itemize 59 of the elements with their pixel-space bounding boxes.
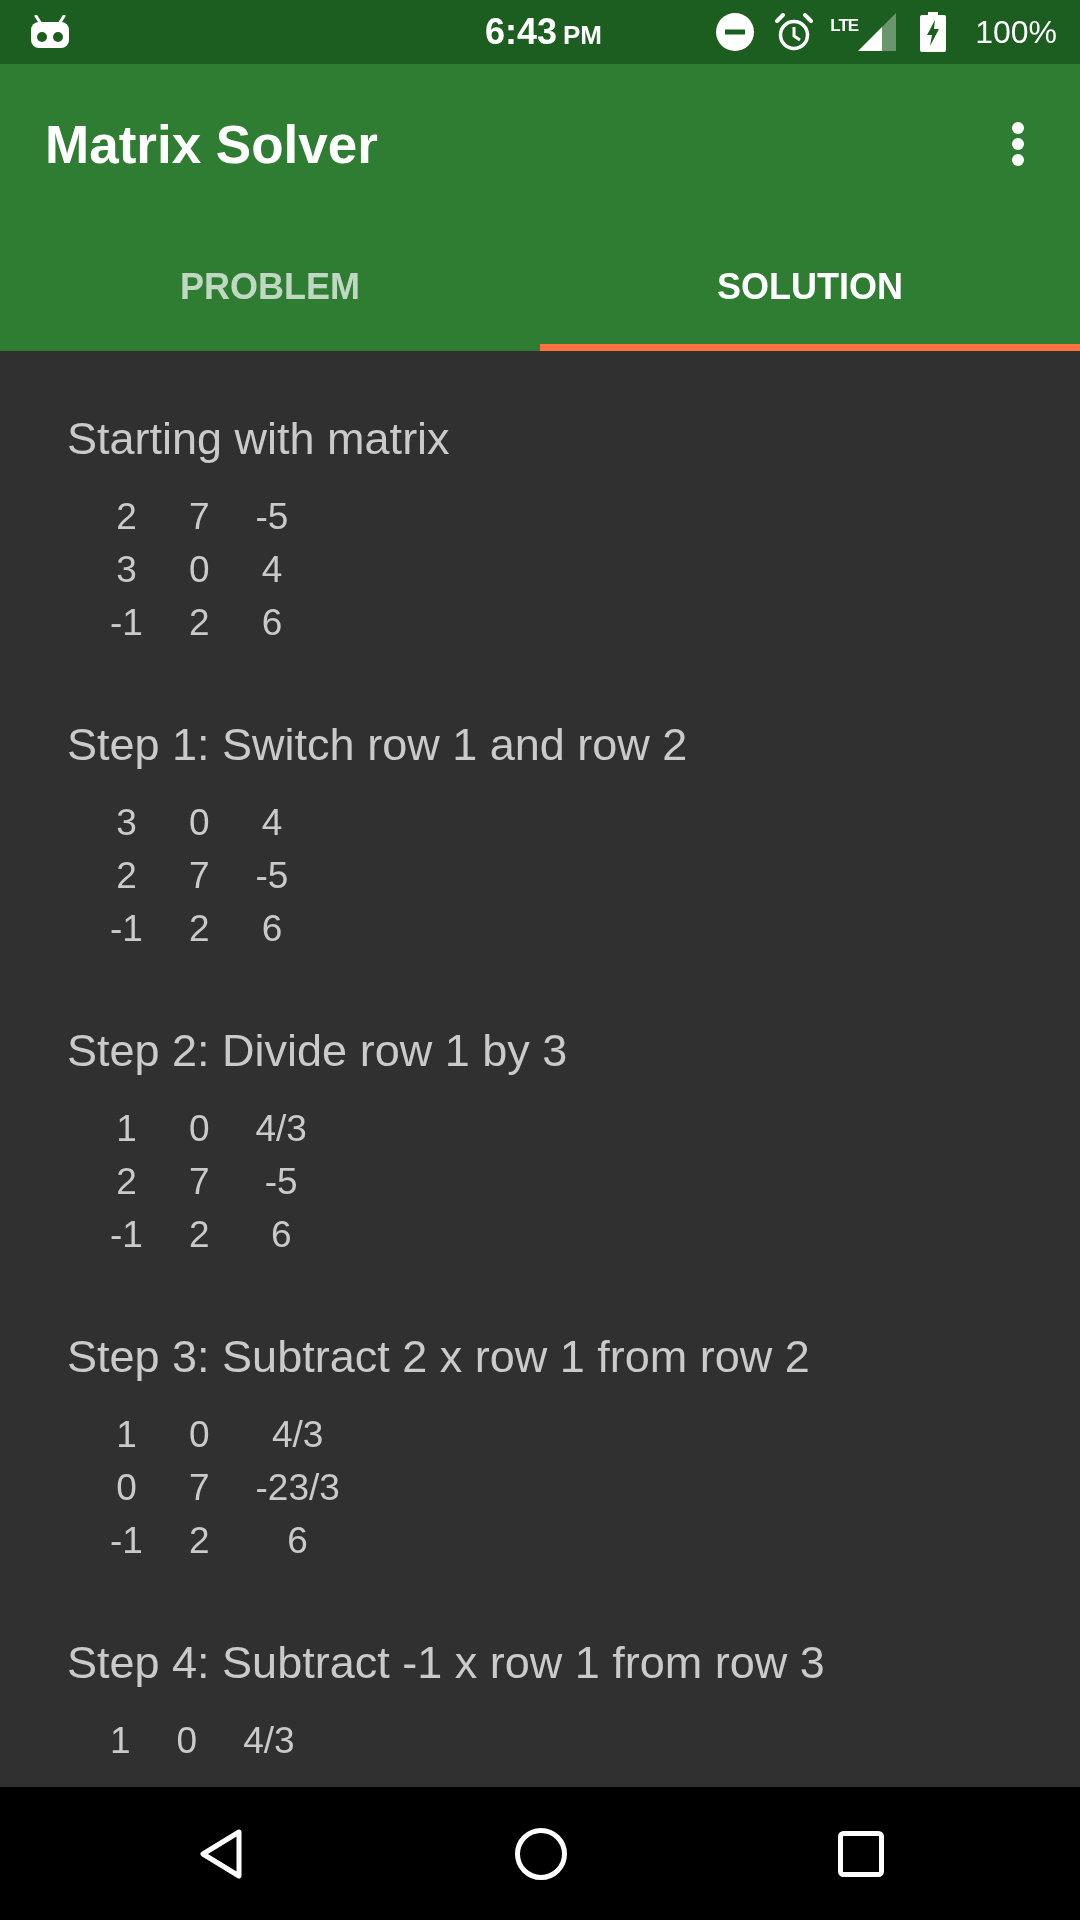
matrix-cell-text: 7 [187, 495, 211, 539]
matrix-cell-text: 2 [115, 854, 138, 898]
matrix-cell-text: 3 [115, 801, 138, 845]
matrix-cell-text: -5 [254, 854, 290, 898]
matrix-cell-text: 0 [115, 1466, 138, 1510]
time-period: PM [563, 20, 603, 51]
matrix-cell-text: 6 [269, 1213, 293, 1257]
tab[interactable]: PROBLEM [0, 224, 540, 351]
matrix-cell-text: 7 [187, 1466, 211, 1510]
matrix-cell-text: 4 [260, 801, 284, 845]
clock-time: 6:43 [484, 11, 558, 53]
matrix-cell-text: 6 [260, 907, 284, 951]
more-options-icon[interactable] [1011, 121, 1025, 167]
matrix-cell-text: 3 [115, 548, 138, 592]
matrix-cell-text: 7 [187, 1160, 211, 1204]
recent-apps-icon[interactable] [838, 1830, 884, 1877]
matrix-cell-text: 2 [187, 1213, 211, 1257]
matrix-cell-text: 2 [187, 601, 211, 645]
matrix-cell-text: 1 [115, 1107, 138, 1151]
alarm-clock-icon [774, 12, 815, 52]
matrix-cell-text: 1 [115, 1413, 138, 1457]
matrix-cell-text: 0 [175, 1719, 199, 1763]
matrix-cell-text: -1 [109, 601, 144, 645]
matrix-cell-text: 0 [187, 801, 211, 845]
robot-face-icon [30, 15, 70, 49]
matrix-cell-text: 6 [260, 601, 284, 645]
step-heading: Step 2: Divide row 1 by 3 [67, 1024, 569, 1078]
matrix-cell-text: -5 [254, 495, 290, 539]
matrix-cell-text: -1 [109, 1213, 144, 1257]
step-heading: Starting with matrix [67, 412, 451, 466]
back-icon[interactable] [199, 1827, 243, 1880]
matrix-cell-text: 2 [187, 907, 211, 951]
signal-strength-icon [858, 13, 897, 51]
matrix-cell-text: 1 [109, 1719, 132, 1763]
matrix-cell-text: 0 [187, 1107, 211, 1151]
matrix-cell-text: 7 [187, 854, 211, 898]
matrix-cell-text: -1 [109, 1519, 144, 1563]
do-not-disturb-icon [716, 13, 755, 51]
battery-charging-icon [920, 12, 947, 52]
matrix-cell-text: -5 [263, 1160, 299, 1204]
matrix-cell-text: -1 [109, 907, 144, 951]
step-heading: Step 1: Switch row 1 and row 2 [67, 718, 689, 772]
matrix-cell-text: 0 [187, 1413, 211, 1457]
matrix-cell-text: -23/3 [254, 1466, 341, 1510]
step-heading: Step 3: Subtract 2 x row 1 from row 2 [67, 1330, 811, 1384]
home-icon[interactable] [515, 1827, 567, 1880]
matrix-cell-text: 4/3 [270, 1413, 325, 1457]
matrix-cell-text: 6 [286, 1519, 309, 1563]
network-type-label: LTE [830, 16, 859, 36]
matrix-cell-text: 4/3 [242, 1719, 296, 1763]
matrix-cell-text: 2 [115, 1160, 138, 1204]
battery-percent: 100% [975, 13, 1057, 51]
step-heading: Step 4: Subtract -1 x row 1 from row 3 [67, 1636, 826, 1690]
matrix-cell-text: 0 [187, 548, 211, 592]
matrix-cell-text: 2 [187, 1519, 211, 1563]
matrix-cell-text: 4/3 [254, 1107, 308, 1151]
app-title: Matrix Solver [45, 113, 379, 175]
matrix-cell-text: 4 [260, 548, 284, 592]
matrix-cell-text: 2 [115, 495, 138, 539]
